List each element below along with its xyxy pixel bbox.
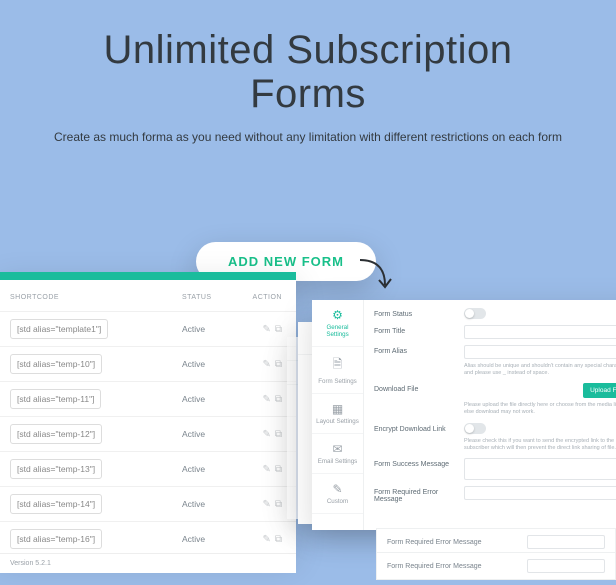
doc-icon: 🗎 xyxy=(316,355,359,376)
label-form-status: Form Status xyxy=(374,308,456,318)
label-download-file: Download File xyxy=(374,383,456,393)
form-alias-input[interactable] xyxy=(464,345,616,359)
status-value: Active xyxy=(182,464,242,474)
label-required-err: Form Required Error Message xyxy=(374,486,456,503)
settings-sidebar: ⚙ General Settings 🗎 Form Settings ▦ Lay… xyxy=(312,300,364,530)
settings-form-body: Form Status Form Title Form Alias Alias … xyxy=(364,300,616,530)
label-form-title: Form Title xyxy=(374,325,456,335)
layout-icon: ▦ xyxy=(316,402,359,416)
footer-input-1[interactable] xyxy=(527,535,605,549)
copy-icon[interactable]: ⧉ xyxy=(275,499,282,510)
hero-title: Unlimited Subscription Forms xyxy=(20,28,596,116)
hero-title-line1: Unlimited Subscription xyxy=(104,28,513,72)
table-row: [std alias="temp-13"] Active ✎ ⧉ xyxy=(0,452,296,487)
hero-section: Unlimited Subscription Forms Create as m… xyxy=(0,0,616,156)
edit-icon[interactable]: ✎ xyxy=(262,429,270,440)
form-title-input[interactable] xyxy=(464,325,616,339)
settings-card-front: ⚙ General Settings 🗎 Form Settings ▦ Lay… xyxy=(312,300,616,530)
shortcode-value[interactable]: [std alias="temp-12"] xyxy=(10,424,102,444)
gear-icon: ⚙ xyxy=(316,308,359,322)
list-accent-bar xyxy=(0,272,296,280)
tab-layout[interactable]: ▦ Layout Settings xyxy=(312,394,363,434)
label-form-alias: Form Alias xyxy=(374,345,456,355)
shortcode-value[interactable]: [std alias="temp-10"] xyxy=(10,354,102,374)
success-msg-input[interactable] xyxy=(464,458,616,480)
edit-icon[interactable]: ✎ xyxy=(262,534,270,545)
hero-title-line2: Forms xyxy=(250,72,366,116)
hero-subtitle: Create as much forma as you need without… xyxy=(20,128,596,146)
edit-icon[interactable]: ✎ xyxy=(262,359,270,370)
table-row: [std alias="template1"] Active ✎ ⧉ xyxy=(0,312,296,347)
list-header: SHORTCODE STATUS ACTION xyxy=(0,280,296,312)
status-value: Active xyxy=(182,324,242,334)
pencil-icon: ✎ xyxy=(316,482,359,496)
shortcode-value[interactable]: [std alias="temp-11"] xyxy=(10,389,101,409)
tab-email-label: Email Settings xyxy=(318,458,358,465)
copy-icon[interactable]: ⧉ xyxy=(275,394,282,405)
tab-general-label: General Settings xyxy=(326,324,348,338)
arrow-icon xyxy=(355,255,395,295)
label-encrypt: Encrypt Download Link xyxy=(374,423,456,433)
status-value: Active xyxy=(182,394,242,404)
footer-label-1: Form Required Error Message xyxy=(387,539,517,546)
tab-form-label: Form Settings xyxy=(318,378,357,385)
tab-general[interactable]: ⚙ General Settings xyxy=(312,300,363,347)
tab-custom[interactable]: ✎ Custom xyxy=(312,474,363,514)
label-success-msg: Form Success Message xyxy=(374,458,456,468)
mail-icon: ✉ xyxy=(316,442,359,456)
shortcode-value[interactable]: [std alias="temp-14"] xyxy=(10,494,102,514)
tab-layout-label: Layout Settings xyxy=(316,418,359,425)
copy-icon[interactable]: ⧉ xyxy=(275,324,282,335)
edit-icon[interactable]: ✎ xyxy=(262,499,270,510)
footer-strip-2: Form Required Error Message xyxy=(376,552,616,580)
footer-input-2[interactable] xyxy=(527,559,605,573)
table-row: [std alias="temp-12"] Active ✎ ⧉ xyxy=(0,417,296,452)
form-status-toggle[interactable] xyxy=(464,308,486,319)
status-value: Active xyxy=(182,359,242,369)
tab-form[interactable]: 🗎 Form Settings xyxy=(312,347,363,394)
status-value: Active xyxy=(182,429,242,439)
encrypt-hint: Please check this if you want to send th… xyxy=(464,438,616,452)
alias-hint: Alias should be unique and shouldn't con… xyxy=(464,363,616,377)
status-value: Active xyxy=(182,499,242,509)
status-value: Active xyxy=(182,534,242,544)
required-err-input[interactable] xyxy=(464,486,616,500)
encrypt-toggle[interactable] xyxy=(464,423,486,434)
col-shortcode: SHORTCODE xyxy=(10,294,182,301)
tab-custom-label: Custom xyxy=(327,498,348,505)
table-row: [std alias="temp-10"] Active ✎ ⧉ xyxy=(0,347,296,382)
copy-icon[interactable]: ⧉ xyxy=(275,464,282,475)
shortcode-value[interactable]: [std alias="template1"] xyxy=(10,319,108,339)
col-action: ACTION xyxy=(242,294,282,301)
table-row: [std alias="temp-16"] Active ✎ ⧉ xyxy=(0,522,296,557)
shortcode-value[interactable]: [std alias="temp-13"] xyxy=(10,459,102,479)
copy-icon[interactable]: ⧉ xyxy=(275,359,282,370)
table-row: [std alias="temp-14"] Active ✎ ⧉ xyxy=(0,487,296,522)
shortcode-value[interactable]: [std alias="temp-16"] xyxy=(10,529,102,549)
copy-icon[interactable]: ⧉ xyxy=(275,534,282,545)
edit-icon[interactable]: ✎ xyxy=(262,464,270,475)
version-label: Version 5.2.1 xyxy=(0,553,296,573)
footer-label-2: Form Required Error Message xyxy=(387,563,517,570)
tab-email[interactable]: ✉ Email Settings xyxy=(312,434,363,474)
edit-icon[interactable]: ✎ xyxy=(262,324,270,335)
col-status: STATUS xyxy=(182,294,242,301)
table-row: [std alias="temp-11"] Active ✎ ⧉ xyxy=(0,382,296,417)
forms-list-card: SHORTCODE STATUS ACTION [std alias="temp… xyxy=(0,272,296,557)
upload-file-button[interactable]: Upload File xyxy=(583,383,616,398)
download-hint: Please upload the file directly here or … xyxy=(464,402,616,416)
edit-icon[interactable]: ✎ xyxy=(262,394,270,405)
copy-icon[interactable]: ⧉ xyxy=(275,429,282,440)
